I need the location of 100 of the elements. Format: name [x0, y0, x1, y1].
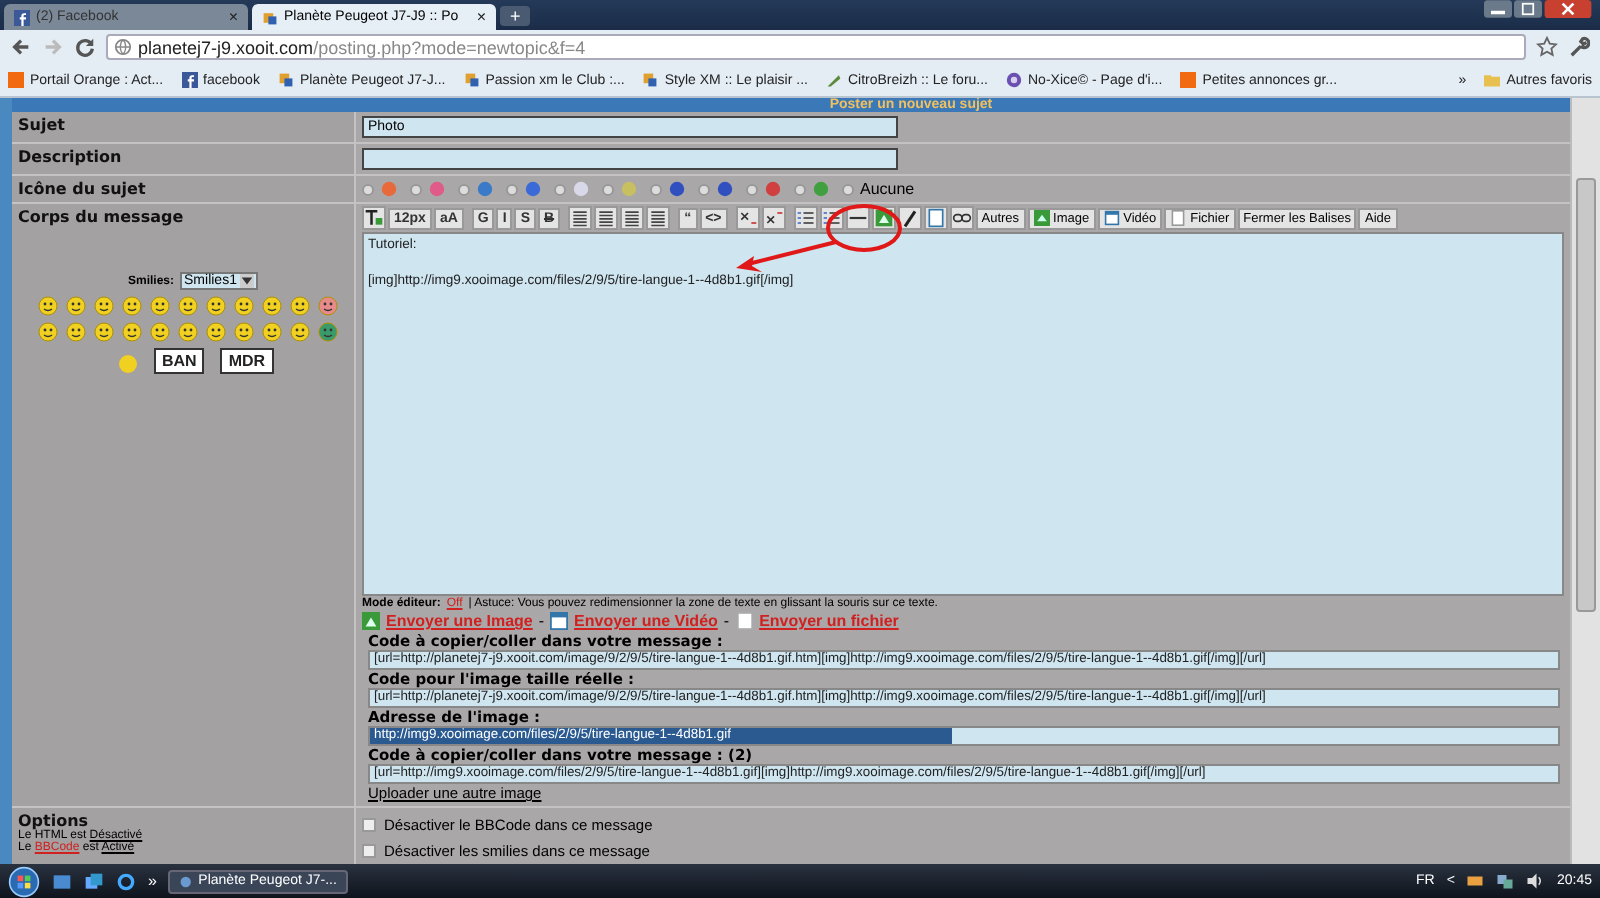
document-icon[interactable] [923, 206, 948, 230]
checkbox[interactable] [362, 818, 376, 832]
topic-icon [572, 180, 590, 198]
list-icon[interactable] [793, 206, 818, 230]
star-icon[interactable] [1536, 36, 1558, 58]
network-icon[interactable] [1496, 872, 1515, 890]
smiley-icon[interactable] [234, 322, 254, 342]
smiley-icon[interactable] [290, 322, 310, 342]
document-icon [735, 612, 754, 630]
align-icon[interactable] [568, 206, 593, 230]
smiley-icon[interactable] [38, 322, 58, 342]
topic-icon [380, 180, 398, 198]
radio-button[interactable] [842, 183, 854, 195]
smiley-icon[interactable] [262, 322, 282, 342]
smiley-sign[interactable]: MDR [220, 348, 274, 374]
image-icon [1033, 210, 1050, 226]
radio-button[interactable] [650, 183, 662, 195]
separator-text: - [723, 612, 730, 630]
car-icon [463, 72, 480, 88]
square-icon [8, 72, 24, 88]
annotation-circle [826, 204, 902, 252]
pen-icon[interactable] [897, 206, 922, 230]
radio-button[interactable] [458, 183, 470, 195]
radio-button[interactable] [410, 183, 422, 195]
caret-icon [240, 274, 255, 288]
window-switch-icon[interactable] [84, 871, 104, 891]
minimize-icon[interactable] [1484, 0, 1512, 18]
smiley-icon[interactable] [262, 296, 282, 316]
smiley-icon[interactable] [122, 296, 142, 316]
checkbox[interactable] [362, 844, 376, 858]
smiley-icon[interactable] [66, 322, 86, 342]
speaker-icon[interactable] [1526, 872, 1545, 890]
radio-button[interactable] [698, 183, 710, 195]
topic-icon [764, 180, 782, 198]
align-icon[interactable] [594, 206, 619, 230]
description-field[interactable] [362, 148, 898, 170]
smiley-icon[interactable] [66, 296, 86, 316]
radio-button[interactable] [602, 183, 614, 195]
smiley-icon[interactable] [94, 296, 114, 316]
back-icon[interactable] [10, 36, 32, 58]
topic-icon [668, 180, 686, 198]
annotation-arrow [736, 240, 837, 272]
superscript-icon[interactable] [761, 206, 786, 230]
smiley-icon[interactable] [150, 322, 170, 342]
facebook-icon [14, 9, 30, 25]
new-tab-button[interactable]: + [500, 6, 531, 26]
radio-label: Aucune [860, 180, 915, 198]
facebook-icon [181, 72, 198, 88]
address-bar[interactable]: planetej7-j9.xooit.com/posting.php?mode=newtopic&f=4 [106, 34, 1526, 60]
leaf-icon [825, 72, 842, 88]
smiley-icon[interactable] [178, 322, 198, 342]
radio-button[interactable] [794, 183, 806, 195]
smiley-icon[interactable] [122, 322, 142, 342]
globe-icon [1006, 72, 1022, 88]
link-icon[interactable] [949, 206, 974, 230]
car-icon [277, 72, 294, 88]
smiley-icon[interactable] [318, 322, 338, 342]
wrench-icon[interactable] [1568, 36, 1590, 58]
maximize-icon[interactable] [1514, 0, 1542, 18]
smiley-icon[interactable] [178, 296, 198, 316]
browser-icon [180, 873, 193, 889]
separator-text: - [538, 612, 545, 630]
radio-button[interactable] [554, 183, 566, 195]
font-icon[interactable] [362, 206, 386, 230]
smiley-icon[interactable] [290, 296, 310, 316]
smiley-sign[interactable]: BAN [154, 348, 205, 374]
radio-button[interactable] [746, 183, 758, 195]
radio-button[interactable] [362, 183, 374, 195]
reload-icon[interactable] [74, 36, 96, 58]
field-label: Description [18, 148, 122, 166]
tray-icon[interactable] [1466, 872, 1485, 890]
smiley-icon[interactable] [206, 296, 226, 316]
globe-icon [114, 38, 132, 56]
image-icon [362, 612, 380, 630]
smiley-icon[interactable] [318, 296, 338, 316]
topic-icon [524, 180, 542, 198]
tab-close-button[interactable]: × [476, 9, 486, 25]
align-icon[interactable] [646, 206, 671, 230]
subscript-icon[interactable] [735, 206, 760, 230]
browser-icon[interactable] [116, 871, 136, 891]
smiley-icon[interactable] [150, 296, 170, 316]
car-icon [262, 9, 278, 25]
smiley-icon[interactable] [94, 322, 114, 342]
tab-close-button[interactable]: × [228, 9, 238, 25]
topic-icon [476, 180, 494, 198]
align-icon[interactable] [620, 206, 645, 230]
smiley-icon[interactable] [234, 296, 254, 316]
smiley-icon[interactable] [206, 322, 226, 342]
start-button[interactable] [8, 865, 40, 897]
more-button[interactable]: » [148, 872, 157, 890]
radio-button[interactable] [506, 183, 518, 195]
window-icon [550, 612, 569, 630]
field-label: Corps du message [18, 208, 186, 226]
close-icon[interactable] [1544, 0, 1592, 18]
smiley-icon[interactable] [38, 296, 58, 316]
topic-icon [620, 180, 638, 198]
document-icon [1170, 210, 1187, 226]
folder-icon [1484, 72, 1501, 88]
square-icon [1180, 72, 1197, 88]
topic-icon [428, 180, 446, 198]
